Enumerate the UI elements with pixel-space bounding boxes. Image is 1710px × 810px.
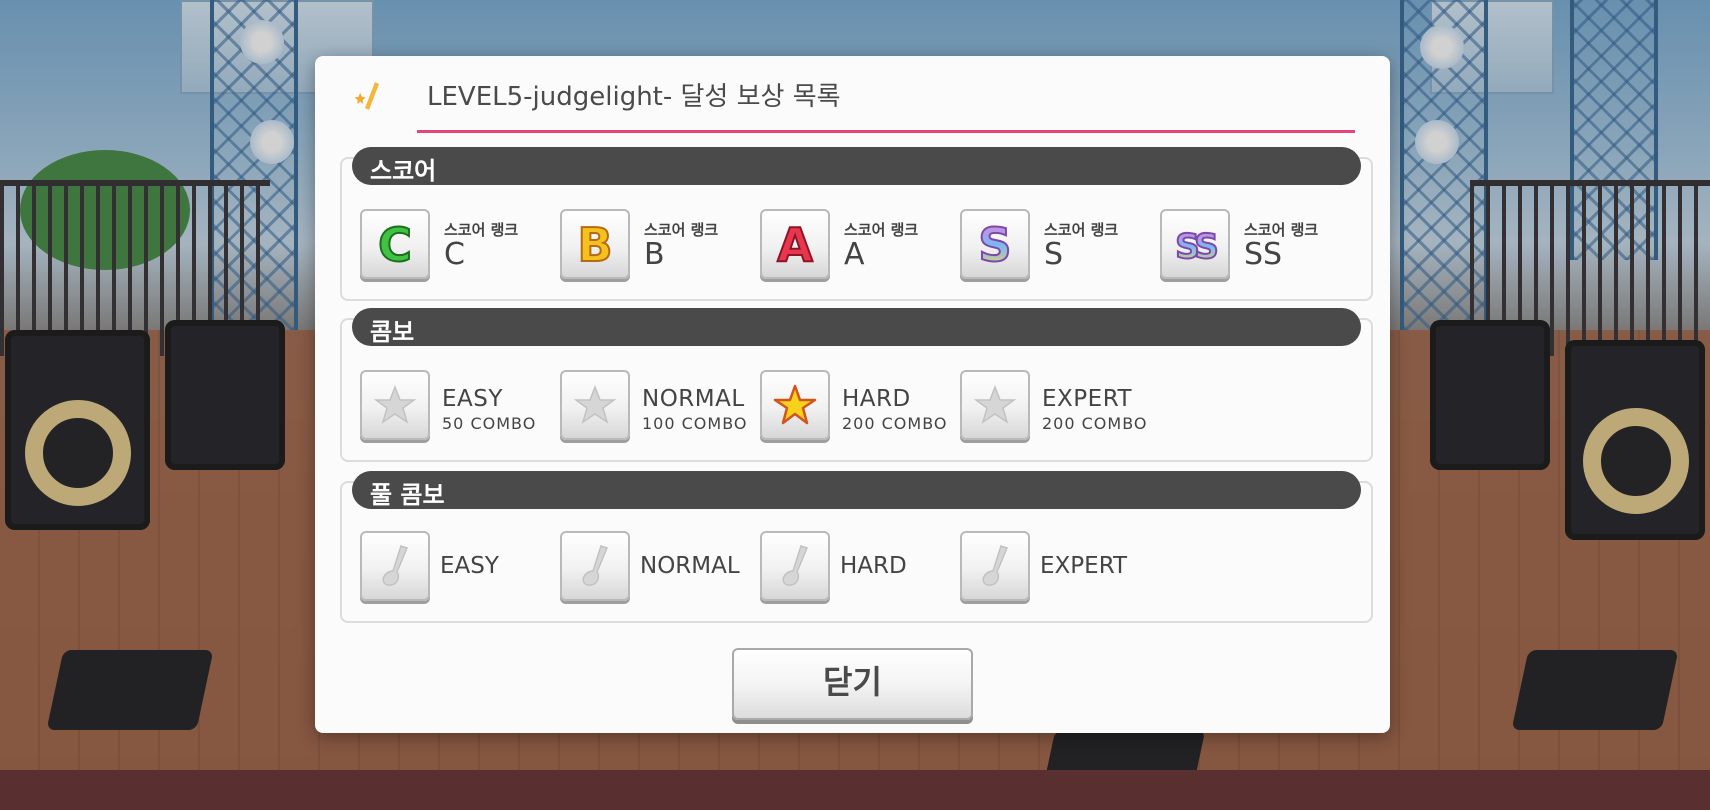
full-combo-item: EXPERT bbox=[960, 531, 1140, 603]
section-header: 콤보 bbox=[352, 308, 1361, 346]
combo-section: 콤보 EASY 50 COMBO NORMAL 100 COMBO HARD 2… bbox=[340, 308, 1373, 462]
score-rank-value: C bbox=[444, 237, 465, 272]
score-rank-item: A 스코어 랭크 A bbox=[760, 209, 940, 281]
score-rank-item: B 스코어 랭크 B bbox=[560, 209, 740, 281]
svg-text:S: S bbox=[978, 218, 1011, 272]
dialog-title: LEVEL5-judgelight- 달성 보상 목록 bbox=[427, 82, 841, 112]
close-button-label: 닫기 bbox=[823, 663, 882, 701]
star-icon bbox=[560, 370, 630, 440]
reward-list-dialog: LEVEL5-judgelight- 달성 보상 목록 스코어 C 스코어 랭크… bbox=[315, 56, 1390, 733]
full-combo-item: NORMAL bbox=[560, 531, 740, 603]
full-combo-item: HARD bbox=[760, 531, 940, 603]
section-title: 풀 콤보 bbox=[370, 481, 445, 509]
svg-text:SS: SS bbox=[1175, 227, 1216, 267]
combo-item: EXPERT 200 COMBO bbox=[960, 370, 1150, 442]
guitar-icon bbox=[360, 531, 430, 601]
dialog-header: LEVEL5-judgelight- 달성 보상 목록 bbox=[355, 74, 1355, 133]
section-title: 콤보 bbox=[370, 318, 415, 346]
rank-s-icon: S bbox=[960, 209, 1030, 279]
rank-a-icon: A bbox=[760, 209, 830, 279]
score-rank-item: C 스코어 랭크 C bbox=[360, 209, 540, 281]
score-rank-value: S bbox=[1044, 237, 1064, 272]
combo-item: NORMAL 100 COMBO bbox=[560, 370, 750, 442]
score-rank-item: SS 스코어 랭크 SS bbox=[1160, 209, 1350, 281]
combo-count: 50 COMBO bbox=[442, 414, 537, 433]
full-combo-item: EASY bbox=[360, 531, 540, 603]
rank-b-icon: B bbox=[560, 209, 630, 279]
guitar-icon bbox=[560, 531, 630, 601]
combo-count: 100 COMBO bbox=[642, 414, 748, 433]
combo-item: EASY 50 COMBO bbox=[360, 370, 550, 442]
full-combo-section: 풀 콤보 EASY NORMAL HARD EXPERT bbox=[340, 471, 1373, 623]
svg-text:C: C bbox=[378, 218, 412, 272]
rank-ss-icon: SS bbox=[1160, 209, 1230, 279]
score-section: 스코어 C 스코어 랭크 C B 스코어 랭크 B A 스코어 랭크 A S 스… bbox=[340, 147, 1373, 301]
score-rank-value: B bbox=[644, 237, 665, 272]
svg-text:A: A bbox=[777, 218, 813, 272]
combo-difficulty: HARD bbox=[842, 386, 911, 412]
score-rank-value: A bbox=[844, 237, 865, 272]
score-rank-item: S 스코어 랭크 S bbox=[960, 209, 1140, 281]
close-button[interactable]: 닫기 bbox=[732, 648, 973, 720]
guitar-icon bbox=[960, 531, 1030, 601]
pencil-star-icon bbox=[355, 82, 379, 110]
full-combo-difficulty: HARD bbox=[840, 553, 907, 579]
combo-count: 200 COMBO bbox=[1042, 414, 1148, 433]
combo-count: 200 COMBO bbox=[842, 414, 948, 433]
combo-difficulty: EXPERT bbox=[1042, 386, 1133, 412]
full-combo-difficulty: EASY bbox=[440, 553, 499, 579]
star-icon bbox=[360, 370, 430, 440]
svg-text:B: B bbox=[577, 218, 612, 272]
combo-difficulty: EASY bbox=[442, 386, 503, 412]
title-underline bbox=[417, 130, 1355, 133]
full-combo-difficulty: EXPERT bbox=[1040, 553, 1128, 579]
combo-item: HARD 200 COMBO bbox=[760, 370, 950, 442]
section-title: 스코어 bbox=[370, 157, 437, 185]
star-icon bbox=[960, 370, 1030, 440]
guitar-icon bbox=[760, 531, 830, 601]
gold-star-icon bbox=[760, 370, 830, 440]
rank-c-icon: C bbox=[360, 209, 430, 279]
section-header: 풀 콤보 bbox=[352, 471, 1361, 509]
score-rank-value: SS bbox=[1244, 237, 1283, 272]
full-combo-difficulty: NORMAL bbox=[640, 553, 740, 579]
combo-difficulty: NORMAL bbox=[642, 386, 745, 412]
section-header: 스코어 bbox=[352, 147, 1361, 185]
